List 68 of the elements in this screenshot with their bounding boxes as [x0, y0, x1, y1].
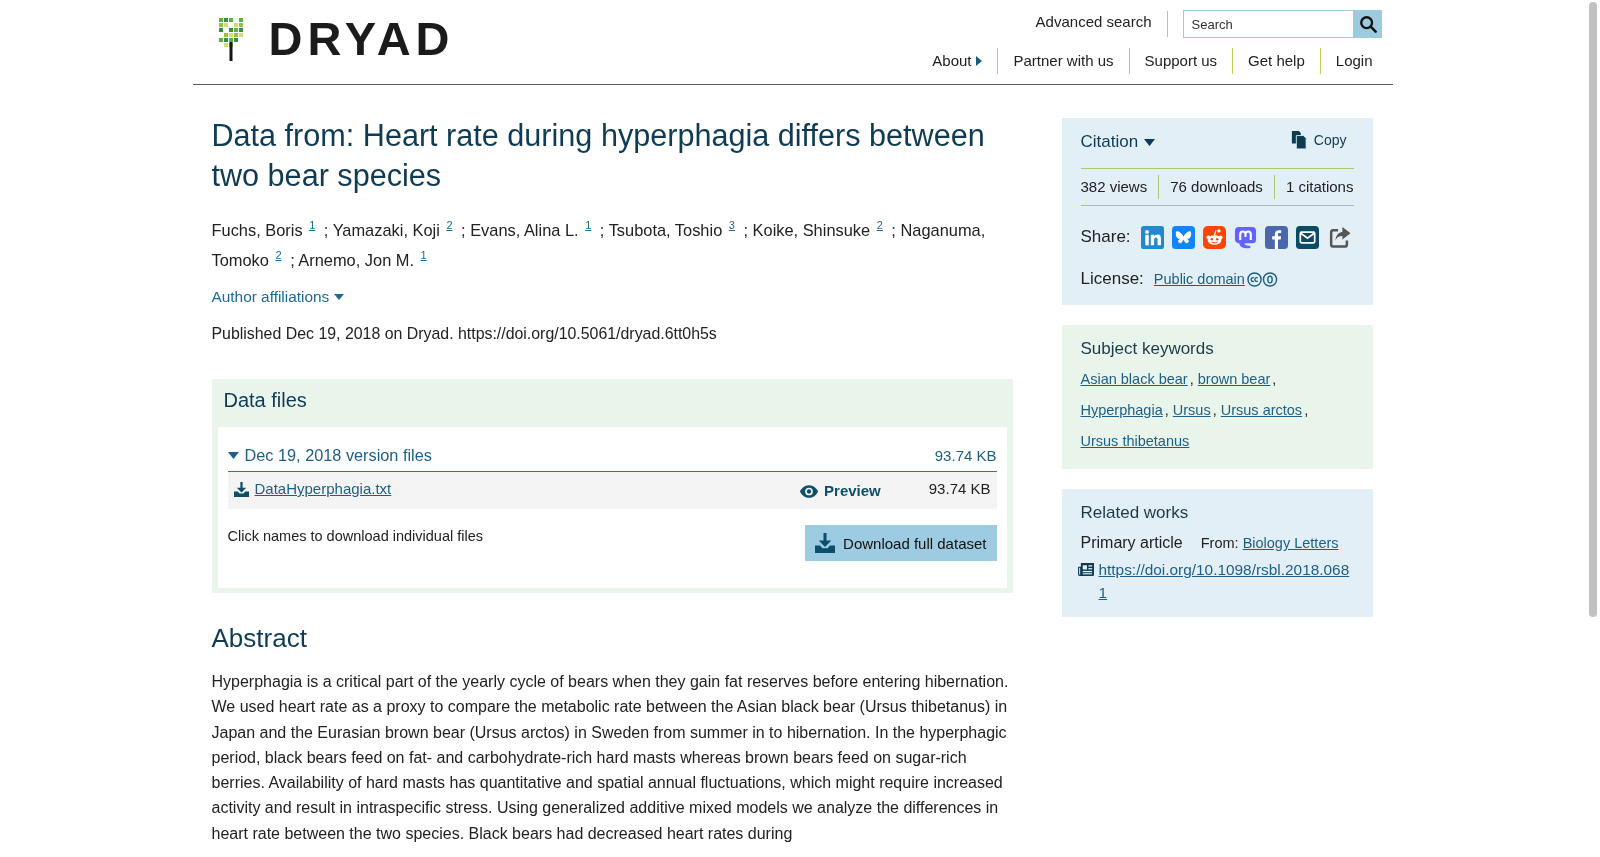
eye-icon	[800, 484, 819, 498]
author-affiliations-toggle[interactable]: Author affiliations	[211, 285, 345, 309]
caret-icon	[1144, 138, 1156, 146]
license-link[interactable]: Public domain	[1153, 271, 1245, 287]
affiliation-link[interactable]: 2	[275, 249, 282, 261]
nav-link[interactable]: Login	[1335, 50, 1373, 72]
advanced-search-link[interactable]: Advanced search	[1035, 11, 1152, 33]
keyword-list: Asian black bear, brown bear, Hyperphagia, Ursus, Ursus arctos, Ursus thibetanus	[1080, 364, 1354, 457]
dataset-title: Data from: Heart rate during hyperphagia differs between two bear species	[211, 117, 986, 195]
copy-icon	[1290, 131, 1307, 149]
article-doi-link[interactable]: https://doi.org/10.1098/rsbl.2018.0681	[1098, 558, 1354, 604]
affiliation-link[interactable]: 1	[420, 249, 427, 261]
nav-menu[interactable]: About	[932, 50, 983, 72]
caret-icon	[334, 294, 345, 300]
journal-link[interactable]: Biology Letters	[1242, 535, 1339, 551]
bluesky-icon[interactable]	[1171, 225, 1195, 249]
keyword-link[interactable]: brown bear	[1197, 371, 1271, 387]
file-link[interactable]: DataHyperphagia.txt	[233, 478, 392, 500]
nav-link[interactable]: Partner with us	[1013, 50, 1114, 72]
keyword-link[interactable]: Hyperphagia	[1080, 402, 1163, 418]
caret-icon	[976, 56, 983, 66]
nav-link[interactable]: Get help	[1248, 50, 1305, 72]
keyword-link[interactable]: Ursus arctos	[1220, 402, 1303, 418]
keyword-link[interactable]: Ursus	[1172, 402, 1211, 418]
affiliation-link[interactable]: 1	[585, 219, 592, 231]
copy-button[interactable]: Copy	[1290, 131, 1347, 149]
stat-text: 1 citations	[1285, 177, 1354, 197]
download-icon	[233, 481, 249, 497]
affiliation-link[interactable]: 1	[309, 219, 316, 231]
stat-text: 76 downloads	[1170, 177, 1263, 197]
scrollbar-thumb[interactable]	[1588, 2, 1597, 617]
publication-info: Published Dec 19, 2018 on Dryad. https://doi.org/10.5061/dryad.6tt0h5s	[211, 324, 718, 344]
section-heading: Subject keywords	[1080, 338, 1215, 360]
search-field[interactable]: Search	[1182, 10, 1354, 38]
linkedin-icon[interactable]	[1140, 225, 1164, 249]
license-label: License:	[1080, 269, 1144, 289]
section-heading: Abstract	[211, 622, 308, 654]
citation-toggle[interactable]: Citation	[1080, 132, 1156, 152]
logo-link[interactable]: DRYAD	[212, 17, 455, 61]
file-size: 93.74 KB	[928, 479, 991, 499]
cc-zero-icon	[1246, 271, 1278, 287]
mastodon-icon[interactable]	[1233, 225, 1257, 249]
share-label: Share:	[1080, 227, 1131, 247]
section-heading: Data files	[222, 388, 308, 413]
section-heading: Related works	[1080, 502, 1190, 524]
source-text: From: Biology Letters	[1200, 535, 1339, 551]
search-button[interactable]	[1353, 10, 1382, 38]
preview-button[interactable]: Preview	[800, 480, 881, 502]
facebook-icon[interactable]	[1264, 225, 1288, 249]
nav-link[interactable]: Support us	[1144, 50, 1218, 72]
download-icon	[815, 533, 836, 553]
download-hint: Click names to download individual files	[227, 527, 483, 546]
abstract-text: Hyperphagia is a critical part of the yearly cycle of bears when they gain fat reserves before entering hibernation. We used heart rate as a proxy to compare the metabolic rate between the Asian black bear (Ursus thibetanus) in Japan and the Eurasian brown bear (Ursus arctos) in Sweden from summer in to hibernation. In the hyperphagic period, black bears feed on fat- and carbohydrate-rich hard masts whereas brown bears feed on sugar-rich berries. Availability of hard masts has quantitative and spatial annual fluctuations, which might require increased activity and result in intraspecific stress. Using generalized additive mixed models we analyze the differences in heart rate between the two species. Black bears had decreased heart rates during	[211, 672, 1010, 844]
relation-type: Primary article	[1080, 534, 1183, 552]
affiliation-link[interactable]: 2	[446, 219, 453, 231]
newspaper-icon	[1077, 562, 1095, 577]
download-dataset-button[interactable]: Download full dataset	[805, 525, 997, 561]
search-icon	[1358, 15, 1377, 33]
version-size: 93.74 KB	[934, 446, 997, 464]
keyword-link[interactable]: Ursus thibetanus	[1080, 433, 1190, 449]
affiliation-link[interactable]: 2	[876, 219, 883, 231]
keyword-link[interactable]: Asian black bear	[1080, 371, 1188, 387]
email-icon[interactable]	[1295, 225, 1319, 249]
version-toggle[interactable]: Dec 19, 2018 version files	[227, 443, 432, 467]
author-list: Fuchs, Boris $^{1}$ ; Yamazaki, Koji $^{2}$ ; Evans, Alina L. $^{1}$ ; Tsubota, Toshio $^{3}$ ; Koike, Shinsuke $^{2}$ ; Naganuma, Tomoko $^{2}$ ; Arnemo, Jon M. $^{1}$	[211, 215, 1013, 275]
affiliation-link[interactable]: 3	[728, 219, 735, 231]
stat-text: 382 views	[1080, 177, 1148, 197]
reddit-icon[interactable]	[1202, 225, 1226, 249]
